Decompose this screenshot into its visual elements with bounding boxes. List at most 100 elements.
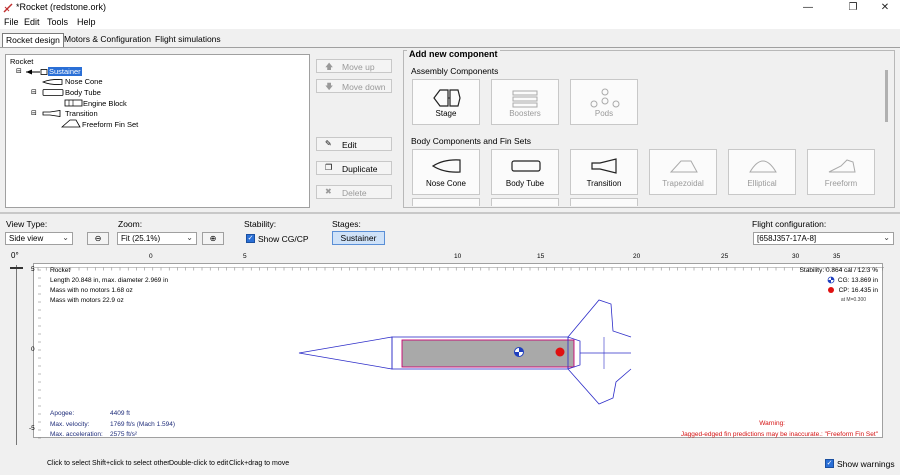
boosters-component-button[interactable]: Boosters <box>491 79 559 125</box>
title-bar: *Rocket (redstone.ork) — ❐ ✕ <box>0 0 900 15</box>
component-button-partial <box>412 198 480 206</box>
zoom-in-icon: ⊕ <box>209 234 217 243</box>
split-divider[interactable] <box>0 212 900 214</box>
stability-readout: Stability: 0.864 cal / 12.3 % <box>799 267 878 274</box>
component-panel-scrollbar[interactable] <box>885 70 888 122</box>
ruler-label: 0 <box>31 346 35 353</box>
tree-item-body-tube[interactable]: Body Tube <box>65 88 101 97</box>
tab-divider <box>0 47 900 48</box>
edit-button[interactable]: ✎ Edit <box>316 137 392 151</box>
stage-sustainer-toggle[interactable]: Sustainer <box>332 231 385 245</box>
ruler-label: 35 <box>833 253 841 260</box>
stage-component-button[interactable]: Stage <box>412 79 480 125</box>
flight-config-label: Flight configuration: <box>752 219 827 229</box>
window-title: *Rocket (redstone.ork) <box>16 2 107 12</box>
status-hint: Double-click to edit <box>169 460 229 467</box>
max-velocity-value: 1769 ft/s (Mach 1.594) <box>110 421 176 428</box>
show-cgcp-checkbox[interactable]: ✓ <box>246 234 255 243</box>
engine-block-tree-icon <box>64 99 83 107</box>
menu-edit[interactable]: Edit <box>24 17 40 27</box>
menu-file[interactable]: File <box>4 17 19 27</box>
rocket-figure[interactable] <box>34 264 884 439</box>
component-tree[interactable]: Rocket ⊟ Sustainer Nose Cone ⊟ Body Tube… <box>5 54 310 208</box>
stages-label: Stages: <box>332 219 361 229</box>
maximize-icon[interactable]: ❐ <box>840 0 866 15</box>
pods-component-button[interactable]: Pods <box>570 79 638 125</box>
elliptical-component-button[interactable]: Elliptical <box>728 149 796 195</box>
trapezoidal-component-button[interactable]: Trapezoidal <box>649 149 717 195</box>
zoom-label: Zoom: <box>118 219 143 229</box>
zoom-out-button[interactable]: ⊖ <box>87 232 109 245</box>
rocket-figure-canvas[interactable]: 0 5 10 15 20 25 30 35 5 0 -5 Rocket Leng… <box>29 253 884 439</box>
warning-title: Warning: <box>759 420 785 427</box>
collapse-icon[interactable]: ⊟ <box>16 67 22 75</box>
move-down-button[interactable]: 🡇 Move down <box>316 79 392 93</box>
move-up-button[interactable]: 🡅 Move up <box>316 59 392 73</box>
view-type-select[interactable]: Side view ⌄ <box>5 232 73 245</box>
cp-marker <box>555 347 565 357</box>
transition-icon <box>591 158 617 174</box>
cp-readout: CP: 16.435 in <box>838 287 878 294</box>
nose-cone-component-button[interactable]: Nose Cone <box>412 149 480 195</box>
nose-cone-icon <box>432 159 461 173</box>
rotation-slider[interactable] <box>16 265 17 445</box>
transition-tree-icon <box>42 110 61 117</box>
view-type-label: View Type: <box>6 219 48 229</box>
lower-fin-shape[interactable] <box>567 368 632 405</box>
tree-item-freeform-fin-set[interactable]: Freeform Fin Set <box>82 120 138 129</box>
rocket-length-info: Length 20.848 in, max. diameter 2.969 in <box>50 277 169 284</box>
tree-item-nose-cone[interactable]: Nose Cone <box>65 77 103 86</box>
menu-bar: File Edit Tools Help <box>0 15 900 29</box>
pods-icon <box>590 88 620 108</box>
delete-button[interactable]: ✖ Delete <box>316 185 392 199</box>
menu-help[interactable]: Help <box>77 17 96 27</box>
ruler-label: 25 <box>721 253 729 260</box>
menu-tools[interactable]: Tools <box>47 17 68 27</box>
duplicate-button[interactable]: ❐ Duplicate <box>316 161 392 175</box>
tab-rocket-design[interactable]: Rocket design <box>2 33 64 47</box>
tab-motors-configuration[interactable]: Motors & Configuration <box>61 33 154 47</box>
tree-item-transition[interactable]: Transition <box>65 109 98 118</box>
arrow-down-icon: 🡇 <box>325 82 334 91</box>
zoom-out-icon: ⊖ <box>94 234 102 243</box>
show-warnings-checkbox[interactable]: ✓ <box>825 459 834 468</box>
body-tube-component-button[interactable]: Body Tube <box>491 149 559 195</box>
duplicate-icon: ❐ <box>325 163 333 172</box>
rotation-slider-handle[interactable] <box>10 267 23 269</box>
tree-item-engine-block[interactable]: Engine Block <box>83 99 127 108</box>
boosters-icon <box>512 90 538 108</box>
tree-root-rocket[interactable]: Rocket <box>10 57 33 66</box>
tree-item-sustainer[interactable]: Sustainer <box>48 67 82 76</box>
cg-readout: CG: 13.869 in <box>837 277 878 284</box>
ruler-label: 10 <box>454 253 462 260</box>
ruler-label: 15 <box>537 253 545 260</box>
add-component-title: Add new component <box>407 49 500 59</box>
body-tube-icon <box>511 160 541 172</box>
upper-fin-shape[interactable] <box>567 299 632 338</box>
max-acceleration-value: 2575 ft/s² <box>110 431 138 438</box>
collapse-icon[interactable]: ⊟ <box>31 88 37 96</box>
stability-label: Stability: <box>244 219 277 229</box>
mass-with-motors-info: Mass with motors 22.9 oz <box>50 297 124 304</box>
apogee-label: Apogee: <box>50 410 75 417</box>
cp-legend-icon <box>828 287 834 293</box>
max-acceleration-label: Max. acceleration: <box>50 431 103 438</box>
freeform-component-button[interactable]: Freeform <box>807 149 875 195</box>
transition-component-button[interactable]: Transition <box>570 149 638 195</box>
flight-config-select[interactable]: [658J357-17A-8] ⌄ <box>753 232 894 245</box>
chevron-down-icon: ⌄ <box>883 233 890 242</box>
ruler-label: 0 <box>149 253 153 260</box>
engine-block-shape[interactable] <box>401 339 575 368</box>
nose-cone-shape[interactable] <box>298 336 393 370</box>
collapse-icon[interactable]: ⊟ <box>31 109 37 117</box>
apogee-value: 4409 ft <box>110 410 130 417</box>
zoom-in-button[interactable]: ⊕ <box>202 232 224 245</box>
component-button-partial <box>491 198 559 206</box>
minimize-icon[interactable]: — <box>795 0 821 15</box>
zoom-select[interactable]: Fit (25.1%) ⌄ <box>117 232 197 245</box>
ruler-label: 20 <box>633 253 641 260</box>
tab-flight-simulations[interactable]: Flight simulations <box>152 33 224 47</box>
close-icon[interactable]: ✕ <box>872 0 898 15</box>
status-hint: Click to select <box>47 460 91 467</box>
stage-icon <box>433 89 461 107</box>
